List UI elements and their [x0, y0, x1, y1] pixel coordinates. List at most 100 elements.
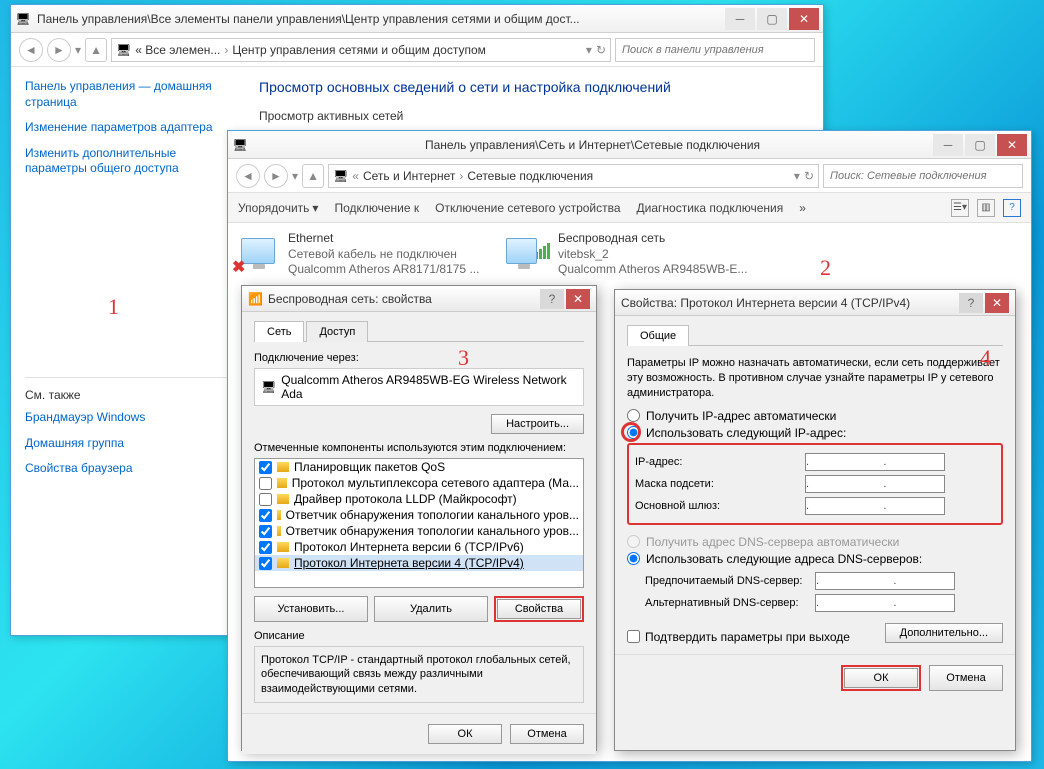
ip-address-input[interactable] [805, 453, 945, 471]
list-item[interactable]: Ответчик обнаружения топологии канальног… [255, 523, 583, 539]
list-item[interactable]: Протокол мультиплексора сетевого адаптер… [255, 475, 583, 491]
manual-dns-radio[interactable] [627, 552, 640, 565]
adapter-icon: 🖥 [261, 380, 276, 394]
connect-to-menu[interactable]: Подключение к [334, 201, 419, 215]
alternate-dns-input[interactable] [815, 594, 955, 612]
firewall-link[interactable]: Брандмауэр Windows [25, 410, 227, 426]
auto-ip-radio-row[interactable]: Получить IP-адрес автоматически [627, 409, 1003, 423]
component-checkbox[interactable] [259, 557, 272, 570]
remove-button[interactable]: Удалить [374, 596, 488, 622]
component-checkbox[interactable] [259, 541, 272, 554]
organize-menu[interactable]: Упорядочить ▾ [238, 201, 318, 215]
adapter-text: Qualcomm Atheros AR9485WB-EG Wireless Ne… [281, 373, 577, 401]
forward-button[interactable]: ► [264, 164, 288, 188]
page-heading: Просмотр основных сведений о сети и наст… [259, 79, 805, 95]
subnet-mask-input[interactable] [805, 475, 945, 493]
list-item-ipv4[interactable]: Протокол Интернета версии 4 (TCP/IPv4) [255, 555, 583, 571]
cancel-button[interactable]: Отмена [510, 724, 584, 744]
configure-button[interactable]: Настроить... [491, 414, 584, 434]
sidebar: Панель управления — домашняя страница Из… [11, 67, 241, 635]
view-icon[interactable]: ☰▾ [951, 199, 969, 217]
diagnose-button[interactable]: Диагностика подключения [637, 201, 784, 215]
breadcrumb-seg[interactable]: Центр управления сетями и общим доступом [232, 43, 486, 57]
connect-through-label: Подключение через: [254, 352, 584, 364]
help-icon[interactable]: ? [1003, 199, 1021, 217]
breadcrumb-seg[interactable]: « Все элемен... [135, 43, 220, 57]
back-button[interactable]: ◄ [19, 38, 43, 62]
close-button[interactable]: ✕ [789, 8, 819, 30]
breadcrumb-seg[interactable]: Сеть и Интернет [363, 169, 455, 183]
manual-dns-radio-row[interactable]: Использовать следующие адреса DNS-сервер… [627, 552, 1003, 566]
homegroup-link[interactable]: Домашняя группа [25, 436, 227, 452]
sharing-settings-link[interactable]: Изменить дополнительные параметры общего… [25, 146, 227, 177]
titlebar[interactable]: 🖥 Панель управления\Сеть и Интернет\Сете… [228, 131, 1031, 159]
tab-network[interactable]: Сеть [254, 321, 304, 342]
dialog-titlebar[interactable]: 📶 Беспроводная сеть: свойства ? ✕ [242, 286, 596, 312]
components-label: Отмеченные компоненты используются этим … [254, 442, 584, 454]
minimize-button[interactable]: ─ [933, 134, 963, 156]
ipv4-properties-dialog: Свойства: Протокол Интернета версии 4 (T… [614, 289, 1016, 751]
adapter-icon: 📶 [248, 292, 263, 306]
dialog-titlebar[interactable]: Свойства: Протокол Интернета версии 4 (T… [615, 290, 1015, 316]
browser-opts-link[interactable]: Свойства браузера [25, 461, 227, 477]
confirm-on-exit-checkbox[interactable] [627, 630, 640, 643]
preferred-dns-input[interactable] [815, 572, 955, 590]
close-button[interactable]: ✕ [997, 134, 1027, 156]
search-input[interactable] [615, 38, 815, 62]
list-item[interactable]: Ответчик обнаружения топологии канальног… [255, 507, 583, 523]
help-button[interactable]: ? [959, 293, 983, 313]
component-checkbox[interactable] [259, 461, 272, 474]
up-button[interactable]: ▲ [302, 164, 324, 188]
up-button[interactable]: ▲ [85, 38, 107, 62]
component-checkbox[interactable] [259, 477, 272, 490]
manual-ip-radio-row[interactable]: Использовать следующий IP-адрес: [627, 426, 1003, 440]
refresh-icon[interactable]: ↻ [804, 169, 814, 183]
dropdown-icon[interactable]: ▾ [75, 43, 81, 57]
search-input[interactable] [823, 164, 1023, 188]
wifi-item[interactable]: Беспроводная сеть vitebsk_2 Qualcomm Ath… [506, 231, 756, 278]
component-checkbox[interactable] [259, 509, 272, 522]
close-button[interactable]: ✕ [985, 293, 1009, 313]
breadcrumb[interactable]: 🖥 « Все элемен... › Центр управления сет… [111, 38, 611, 62]
properties-button[interactable]: Свойства [497, 599, 581, 619]
breadcrumb[interactable]: 🖥 « Сеть и Интернет › Сетевые подключени… [328, 164, 819, 188]
refresh-icon[interactable]: ↻ [596, 43, 606, 57]
adapter-name-field: 🖥 Qualcomm Atheros AR9485WB-EG Wireless … [254, 368, 584, 406]
component-checkbox[interactable] [259, 493, 272, 506]
disable-device-button[interactable]: Отключение сетевого устройства [435, 201, 620, 215]
tab-access[interactable]: Доступ [306, 321, 368, 342]
install-button[interactable]: Установить... [254, 596, 368, 622]
gateway-input[interactable] [805, 497, 945, 515]
close-button[interactable]: ✕ [566, 289, 590, 309]
conn-status: Сетевой кабель не подключен [288, 247, 479, 263]
more-icon[interactable]: » [799, 201, 806, 215]
ok-button[interactable]: ОК [844, 668, 918, 688]
details-pane-icon[interactable]: ▥ [977, 199, 995, 217]
auto-ip-radio[interactable] [627, 409, 640, 422]
back-button[interactable]: ◄ [236, 164, 260, 188]
ok-button[interactable]: ОК [428, 724, 502, 744]
adapter-settings-link[interactable]: Изменение параметров адаптера [25, 120, 227, 136]
list-item[interactable]: Планировщик пакетов QoS [255, 459, 583, 475]
breadcrumb-seg[interactable]: Сетевые подключения [467, 169, 593, 183]
list-item[interactable]: Драйвер протокола LLDP (Майкрософт) [255, 491, 583, 507]
help-button[interactable]: ? [540, 289, 564, 309]
components-list[interactable]: Планировщик пакетов QoS Протокол мультип… [254, 458, 584, 588]
cancel-button[interactable]: Отмена [929, 665, 1003, 691]
list-item[interactable]: Протокол Интернета версии 6 (TCP/IPv6) [255, 539, 583, 555]
dropdown-icon[interactable]: ▾ [292, 169, 298, 183]
wifi-monitor-icon [506, 238, 537, 264]
ethernet-item[interactable]: ✖ Ethernet Сетевой кабель не подключен Q… [236, 231, 486, 278]
component-checkbox[interactable] [259, 525, 272, 538]
titlebar[interactable]: 🖥 Панель управления\Все элементы панели … [11, 5, 823, 33]
chevron-down-icon[interactable]: ▾ [794, 169, 800, 183]
minimize-button[interactable]: ─ [725, 8, 755, 30]
forward-button[interactable]: ► [47, 38, 71, 62]
home-link[interactable]: Панель управления — домашняя страница [25, 79, 227, 110]
advanced-button[interactable]: Дополнительно... [885, 623, 1003, 643]
maximize-button[interactable]: ▢ [757, 8, 787, 30]
chevron-down-icon[interactable]: ▾ [586, 43, 592, 57]
checkbox-label: Подтвердить параметры при выходе [645, 630, 850, 644]
tab-general[interactable]: Общие [627, 325, 689, 346]
maximize-button[interactable]: ▢ [965, 134, 995, 156]
